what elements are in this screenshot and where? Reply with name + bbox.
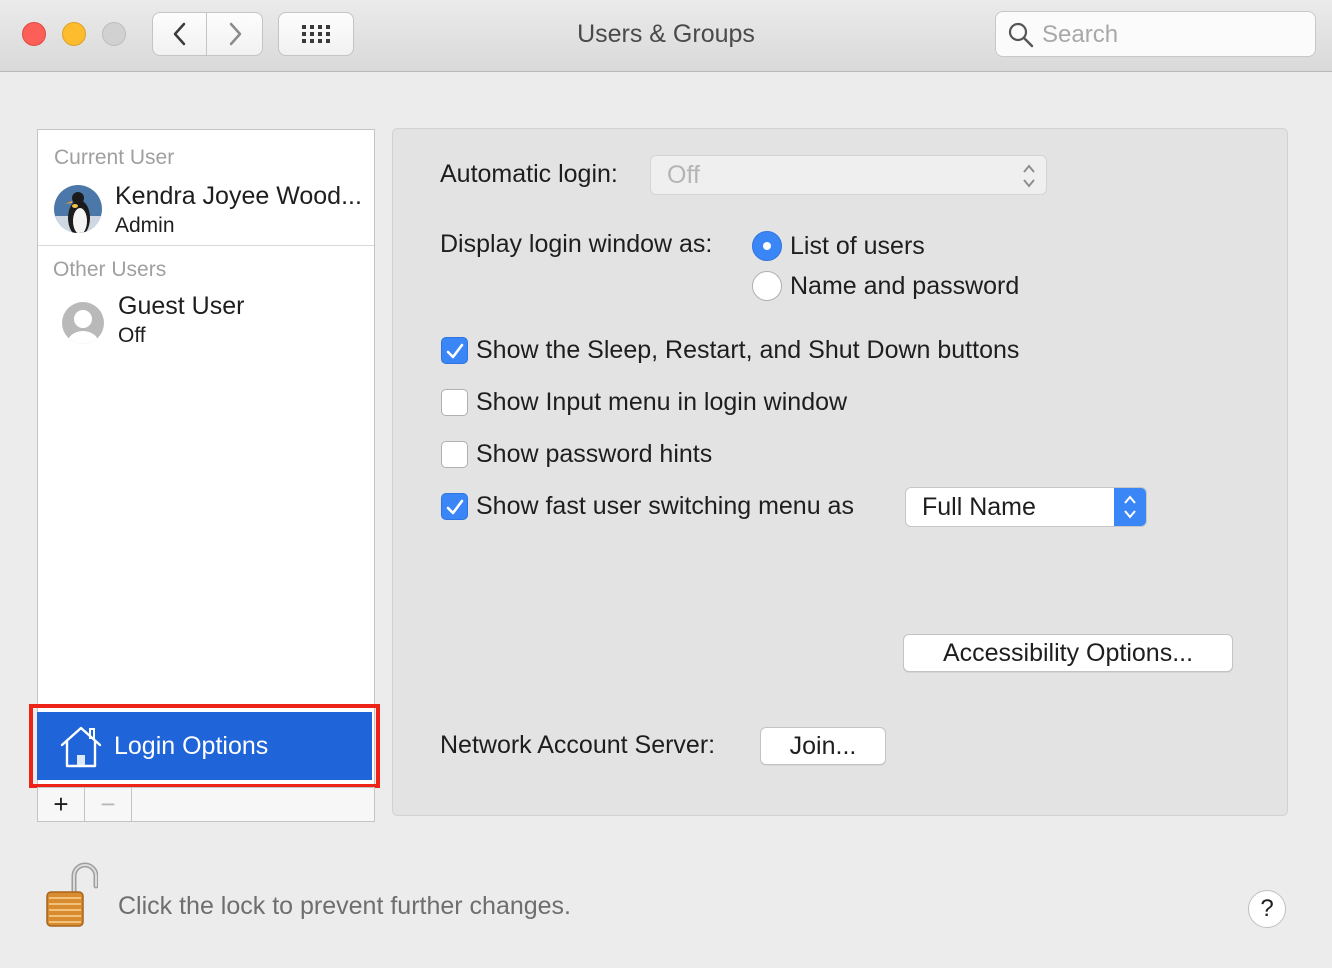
avatar-penguin-icon (54, 185, 102, 233)
unlocked-padlock-icon[interactable] (42, 862, 98, 930)
house-icon (60, 726, 102, 768)
search-icon (1008, 22, 1034, 48)
automatic-login-popup[interactable]: Off (650, 155, 1047, 195)
checkbox-fast-user-switching[interactable] (441, 493, 468, 520)
current-user-item[interactable]: Kendra Joyee Wood... Admin (38, 176, 374, 244)
checkbox-show-input-menu[interactable] (441, 389, 468, 416)
current-user-role: Admin (115, 214, 175, 237)
checkbox-fast-user-switching-label: Show fast user switching menu as (476, 492, 854, 520)
display-login-label: Display login window as: (440, 230, 713, 258)
join-button[interactable]: Join... (760, 727, 886, 765)
current-user-heading: Current User (54, 146, 175, 169)
fast-switch-format-popup[interactable]: Full Name (905, 487, 1147, 527)
remove-user-button[interactable]: − (85, 788, 132, 821)
checkbox-show-sleep-restart[interactable] (441, 337, 468, 364)
current-user-name: Kendra Joyee Wood... (115, 182, 362, 210)
guest-user-item[interactable]: Guest User Off (38, 288, 374, 354)
guest-avatar-icon (62, 302, 104, 344)
network-account-server-label: Network Account Server: (440, 731, 716, 759)
guest-user-name: Guest User (118, 292, 245, 320)
sidebar-divider (38, 245, 374, 246)
radio-name-and-password-label: Name and password (790, 272, 1020, 300)
checkmark-icon (446, 499, 464, 515)
other-users-heading: Other Users (53, 258, 167, 281)
checkbox-show-sleep-restart-label: Show the Sleep, Restart, and Shut Down b… (476, 336, 1020, 364)
search-placeholder: Search (1042, 21, 1119, 48)
checkmark-icon (446, 343, 464, 359)
login-options-highlight: Login Options (29, 704, 380, 788)
login-options-item[interactable]: Login Options (37, 712, 372, 780)
add-user-button[interactable]: + (38, 788, 85, 821)
checkbox-show-password-hints-label: Show password hints (476, 440, 713, 468)
automatic-login-value: Off (667, 161, 700, 189)
popup-arrows (1114, 488, 1146, 526)
radio-list-of-users[interactable] (752, 231, 782, 261)
checkbox-show-input-menu-label: Show Input menu in login window (476, 388, 848, 416)
search-field[interactable]: Search (995, 11, 1316, 57)
radio-name-and-password[interactable] (752, 271, 782, 301)
accessibility-options-button[interactable]: Accessibility Options... (903, 634, 1233, 672)
updown-chevron-icon (1124, 495, 1136, 519)
updown-chevron-icon (1023, 164, 1035, 188)
guest-user-status: Off (118, 324, 146, 347)
fast-switch-format-value: Full Name (922, 493, 1036, 521)
help-button[interactable]: ? (1248, 890, 1286, 928)
sidebar-actions-bar: + − (37, 787, 375, 822)
radio-list-of-users-label: List of users (790, 232, 925, 260)
lock-status-text: Click the lock to prevent further change… (118, 892, 572, 920)
checkbox-show-password-hints[interactable] (441, 441, 468, 468)
automatic-login-label: Automatic login: (440, 160, 618, 188)
login-options-label: Login Options (114, 732, 269, 760)
